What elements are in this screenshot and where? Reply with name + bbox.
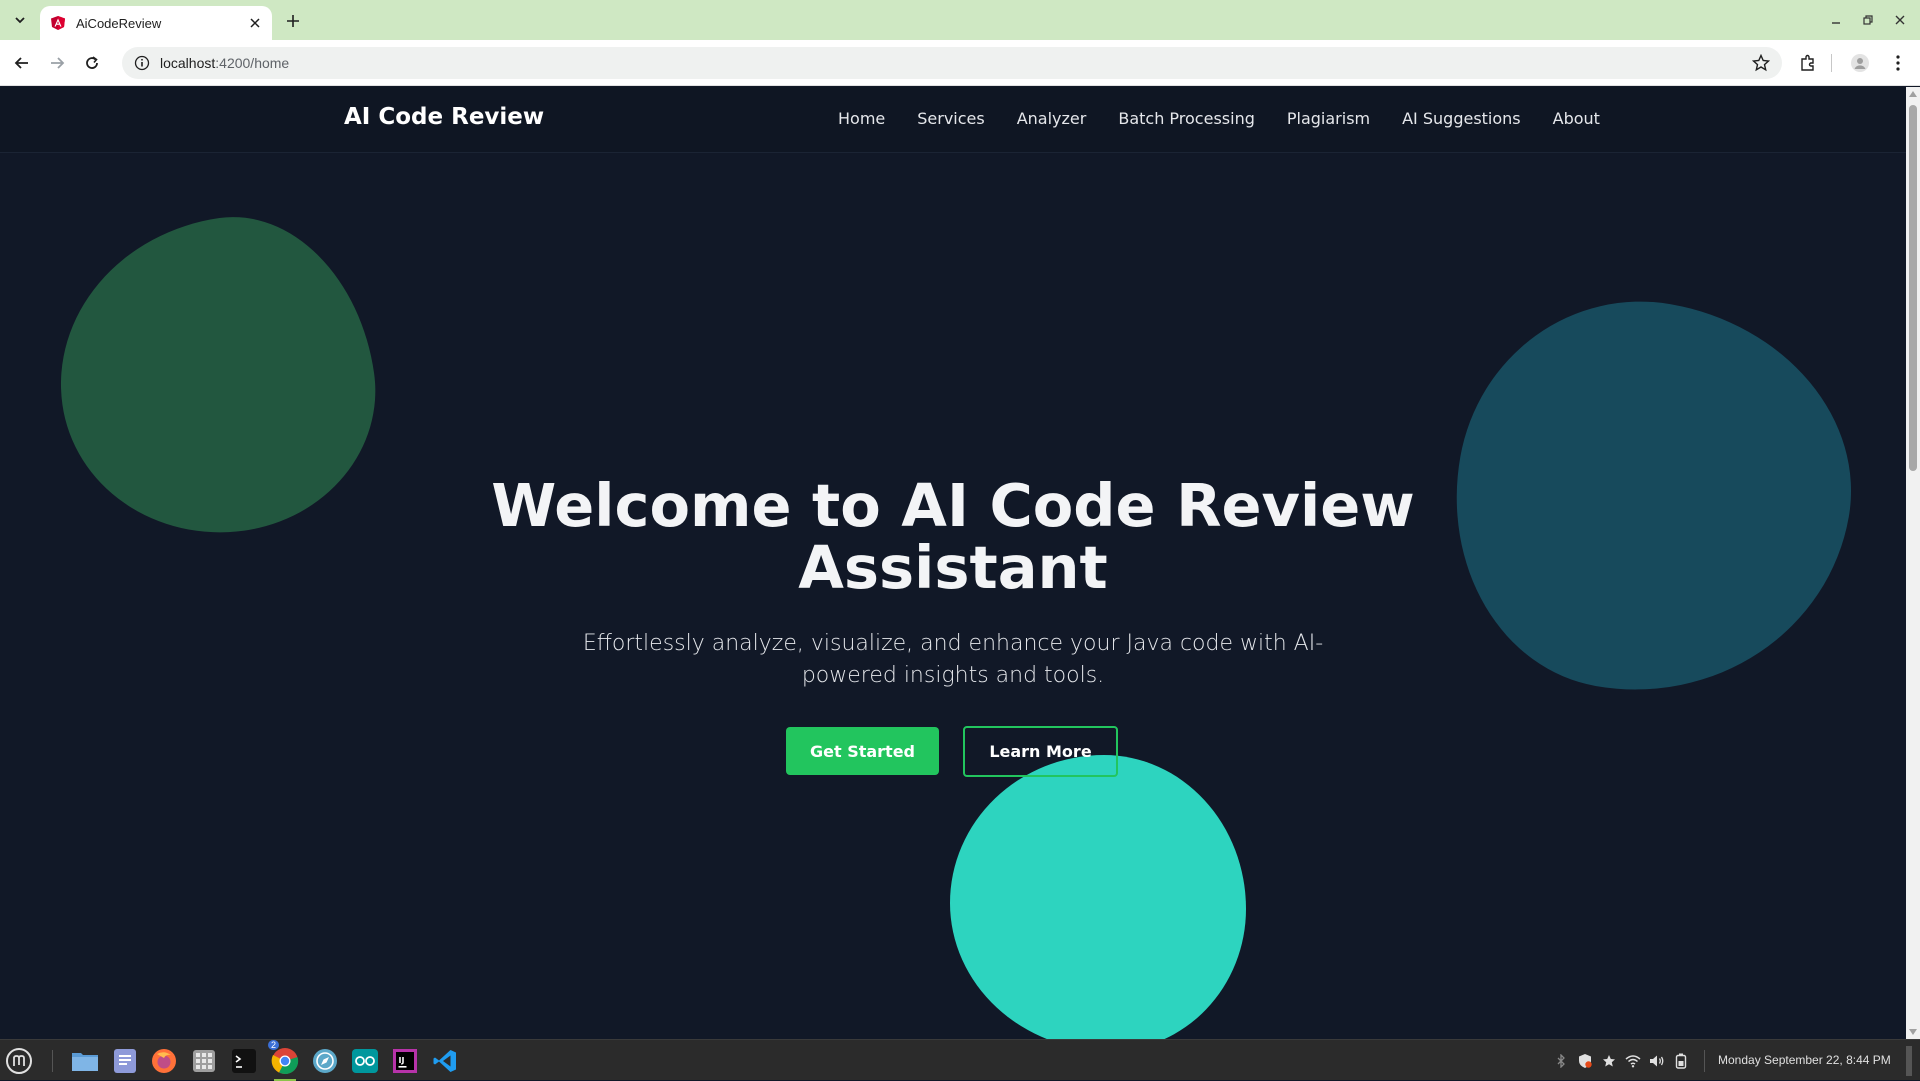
close-window-icon[interactable] (1890, 10, 1910, 30)
nav-link-home[interactable]: Home (838, 109, 885, 128)
page-scrollbar[interactable] (1906, 87, 1920, 1039)
decorative-blob-teal (950, 755, 1246, 1039)
tab-close-icon[interactable] (246, 14, 264, 32)
chrome-window-count-badge: 2 (268, 1040, 280, 1050)
hero-subtitle-line-2: powered insights and tools. (801, 663, 1105, 688)
svg-text:IJ: IJ (399, 1056, 405, 1065)
more-menu-icon[interactable] (1886, 51, 1910, 75)
hero-title: Welcome to AI Code Review Assistant (453, 475, 1453, 599)
vscode-icon[interactable] (430, 1046, 460, 1076)
learn-more-button[interactable]: Learn More (963, 726, 1118, 777)
chrome-icon[interactable]: 2 (268, 1040, 300, 1081)
volume-icon[interactable] (1649, 1053, 1665, 1069)
star-favorites-icon[interactable] (1601, 1053, 1617, 1069)
get-started-button[interactable]: Get Started (786, 727, 939, 775)
restore-icon[interactable] (1858, 10, 1878, 30)
menu-icon[interactable] (4, 1046, 34, 1076)
angular-icon (51, 16, 65, 30)
nav-link-about[interactable]: About (1553, 109, 1600, 128)
hero-subtitle: Effortlessly analyze, visualize, and enh… (553, 628, 1353, 692)
tab-title: AiCodeReview (76, 15, 162, 31)
nav-link-batch-processing[interactable]: Batch Processing (1118, 109, 1255, 128)
hero-subtitle-line-1: Effortlessly analyze, visualize, and enh… (582, 631, 1324, 656)
battery-icon[interactable] (1673, 1053, 1689, 1069)
url-path: :4200/home (215, 55, 290, 71)
tab-search-button[interactable] (8, 8, 32, 32)
web-page: AI Code Review Home Services Analyzer Ba… (0, 87, 1906, 1039)
new-tab-plus-icon[interactable] (282, 10, 304, 32)
terminal-icon[interactable] (229, 1046, 259, 1076)
browser-tab[interactable]: AiCodeReview (40, 6, 272, 40)
url-host: localhost (160, 55, 216, 71)
address-bar[interactable]: localhost:4200/home (122, 47, 1782, 79)
nav-link-analyzer[interactable]: Analyzer (1017, 109, 1087, 128)
site-info-icon[interactable] (134, 55, 150, 71)
back-arrow-icon[interactable] (10, 51, 34, 75)
compass-icon[interactable] (310, 1046, 340, 1076)
toolbar-divider (1829, 51, 1833, 75)
browser-tab-bar: AiCodeReview (0, 0, 1920, 40)
extensions-puzzle-icon[interactable] (1796, 51, 1820, 75)
hero-title-line-1: Welcome to AI Code Review (491, 471, 1415, 540)
tray-separator (1704, 1050, 1705, 1072)
bookmark-star-icon[interactable] (1752, 54, 1770, 72)
scroll-up-arrow-icon[interactable] (1909, 91, 1917, 97)
reload-icon[interactable] (80, 51, 104, 75)
minimize-icon[interactable] (1826, 10, 1846, 30)
text-editor-icon[interactable] (110, 1046, 140, 1076)
os-taskbar: 2 IJ Monday September 22, 8:44 PM (0, 1039, 1920, 1081)
profile-avatar-icon[interactable] (1848, 51, 1872, 75)
nav-link-ai-suggestions[interactable]: AI Suggestions (1402, 109, 1521, 128)
wifi-icon[interactable] (1625, 1053, 1641, 1069)
decorative-blob-green (39, 199, 394, 554)
browser-toolbar: localhost:4200/home (0, 40, 1920, 86)
taskbar-clock[interactable]: Monday September 22, 8:44 PM (1718, 1053, 1891, 1067)
forward-arrow-icon[interactable] (45, 51, 69, 75)
intellij-icon[interactable]: IJ (390, 1046, 420, 1076)
arduino-icon[interactable] (350, 1046, 380, 1076)
files-icon[interactable] (70, 1046, 100, 1076)
nav-link-plagiarism[interactable]: Plagiarism (1287, 109, 1370, 128)
scrollbar-thumb[interactable] (1909, 105, 1917, 471)
site-brand[interactable]: AI Code Review (344, 104, 544, 130)
decorative-blob-blue (1425, 272, 1880, 725)
bluetooth-icon[interactable] (1553, 1053, 1569, 1069)
site-navbar: AI Code Review Home Services Analyzer Ba… (0, 87, 1906, 153)
taskbar-separator (52, 1050, 53, 1072)
app-grid-icon[interactable] (189, 1046, 219, 1076)
chevron-down-icon (15, 17, 25, 24)
firefox-icon[interactable] (149, 1046, 179, 1076)
shield-update-icon[interactable] (1577, 1053, 1593, 1069)
nav-link-services[interactable]: Services (917, 109, 984, 128)
scroll-down-arrow-icon[interactable] (1909, 1029, 1917, 1035)
hero-title-line-2: Assistant (798, 533, 1108, 602)
nav-links: Home Services Analyzer Batch Processing … (838, 109, 1632, 128)
show-desktop-button[interactable] (1906, 1046, 1912, 1076)
